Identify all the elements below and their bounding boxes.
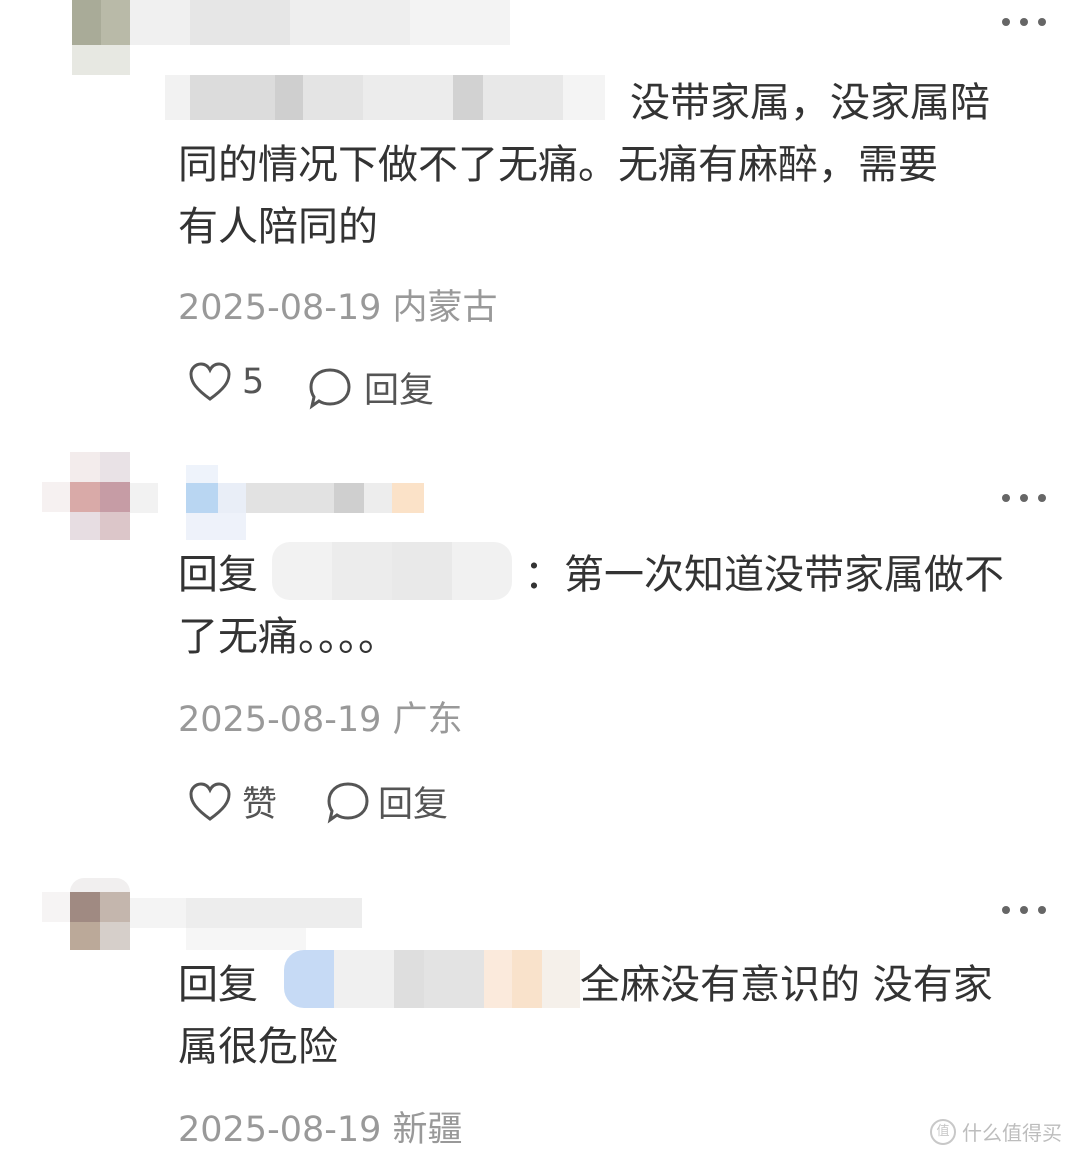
comment-text: 没带家属，没家属陪 同的情况下做不了无痛。无痛有麻醉，需要 有人陪同的 [178, 72, 1058, 258]
comment-text: 回复 ：第一次知道没带家属做不 了无痛。。。。 [178, 544, 1058, 668]
avatar[interactable] [42, 452, 130, 540]
comment-location: 内蒙古 [392, 288, 498, 328]
comment-date: 2025-08-19 [178, 288, 382, 328]
comment-text-line2: 了无痛。。。。 [178, 614, 398, 660]
comment-text-line2: 属很危险 [178, 1024, 338, 1070]
more-dots-icon[interactable] [1002, 18, 1046, 30]
more-dots-icon[interactable] [1002, 906, 1046, 918]
comment-text-line2: 同的情况下做不了无痛。无痛有麻醉，需要 [178, 142, 938, 188]
avatar[interactable] [72, 0, 130, 75]
smzdm-logo-icon: 值 [930, 1118, 956, 1145]
comment-text-line1: 全麻没有意识的 没有家 [580, 962, 993, 1008]
reply-prefix: 回复 [178, 552, 258, 598]
comment-text-line1: ：第一次知道没带家属做不 [524, 552, 1004, 598]
comment-bubble-icon [309, 367, 351, 409]
comment-location: 新疆 [392, 1110, 463, 1150]
reply-button[interactable]: 回复 [308, 362, 434, 413]
comment-date: 2025-08-19 [178, 1110, 382, 1150]
reply-prefix: 回复 [178, 962, 258, 1008]
like-count: 5 [242, 362, 265, 402]
site-watermark: 值 什么值得买 [930, 1117, 1062, 1146]
heart-icon [189, 362, 231, 401]
comment-bubble-icon [327, 781, 369, 823]
reply-label: 回复 [364, 371, 435, 411]
comment-meta: 2025-08-19 内蒙古 [178, 286, 498, 330]
more-dots-icon[interactable] [1002, 494, 1046, 506]
reply-button[interactable]: 回复 [326, 776, 448, 827]
username-redacted[interactable] [130, 888, 362, 950]
comment-text-line1: 没带家属，没家属陪 [630, 80, 990, 126]
avatar[interactable] [42, 878, 130, 950]
comment-text: 回复 全麻没有意识的 没有家 属很危险 [178, 954, 1058, 1078]
watermark-text: 什么值得买 [962, 1121, 1062, 1145]
like-button[interactable]: 赞 [188, 776, 277, 827]
like-label: 赞 [242, 785, 278, 825]
username-redacted[interactable] [130, 465, 440, 540]
comment-text-line3: 有人陪同的 [178, 204, 378, 250]
heart-icon [189, 781, 231, 821]
like-button[interactable]: 5 [188, 362, 264, 402]
comment-meta: 2025-08-19 广东 [178, 698, 463, 742]
comment-date: 2025-08-19 [178, 700, 382, 740]
username-redacted[interactable] [130, 0, 510, 45]
reply-label: 回复 [378, 785, 449, 825]
comment-meta: 2025-08-19 新疆 [178, 1108, 463, 1152]
comment-location: 广东 [392, 700, 463, 740]
